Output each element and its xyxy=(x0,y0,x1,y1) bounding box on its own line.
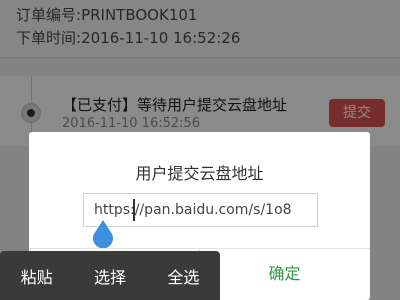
text-cursor xyxy=(133,199,135,221)
text-cursor-handle-icon[interactable] xyxy=(92,220,114,248)
select-button[interactable]: 选择 xyxy=(73,264,146,288)
confirm-button[interactable]: 确定 xyxy=(199,249,370,300)
dialog-title: 用户提交云盘地址 xyxy=(135,164,264,183)
select-all-button[interactable]: 全选 xyxy=(147,264,220,288)
text-selection-toolbar: 粘贴 选择 全选 xyxy=(0,251,220,300)
paste-button[interactable]: 粘贴 xyxy=(0,264,73,288)
cloud-url-input[interactable] xyxy=(83,193,318,227)
